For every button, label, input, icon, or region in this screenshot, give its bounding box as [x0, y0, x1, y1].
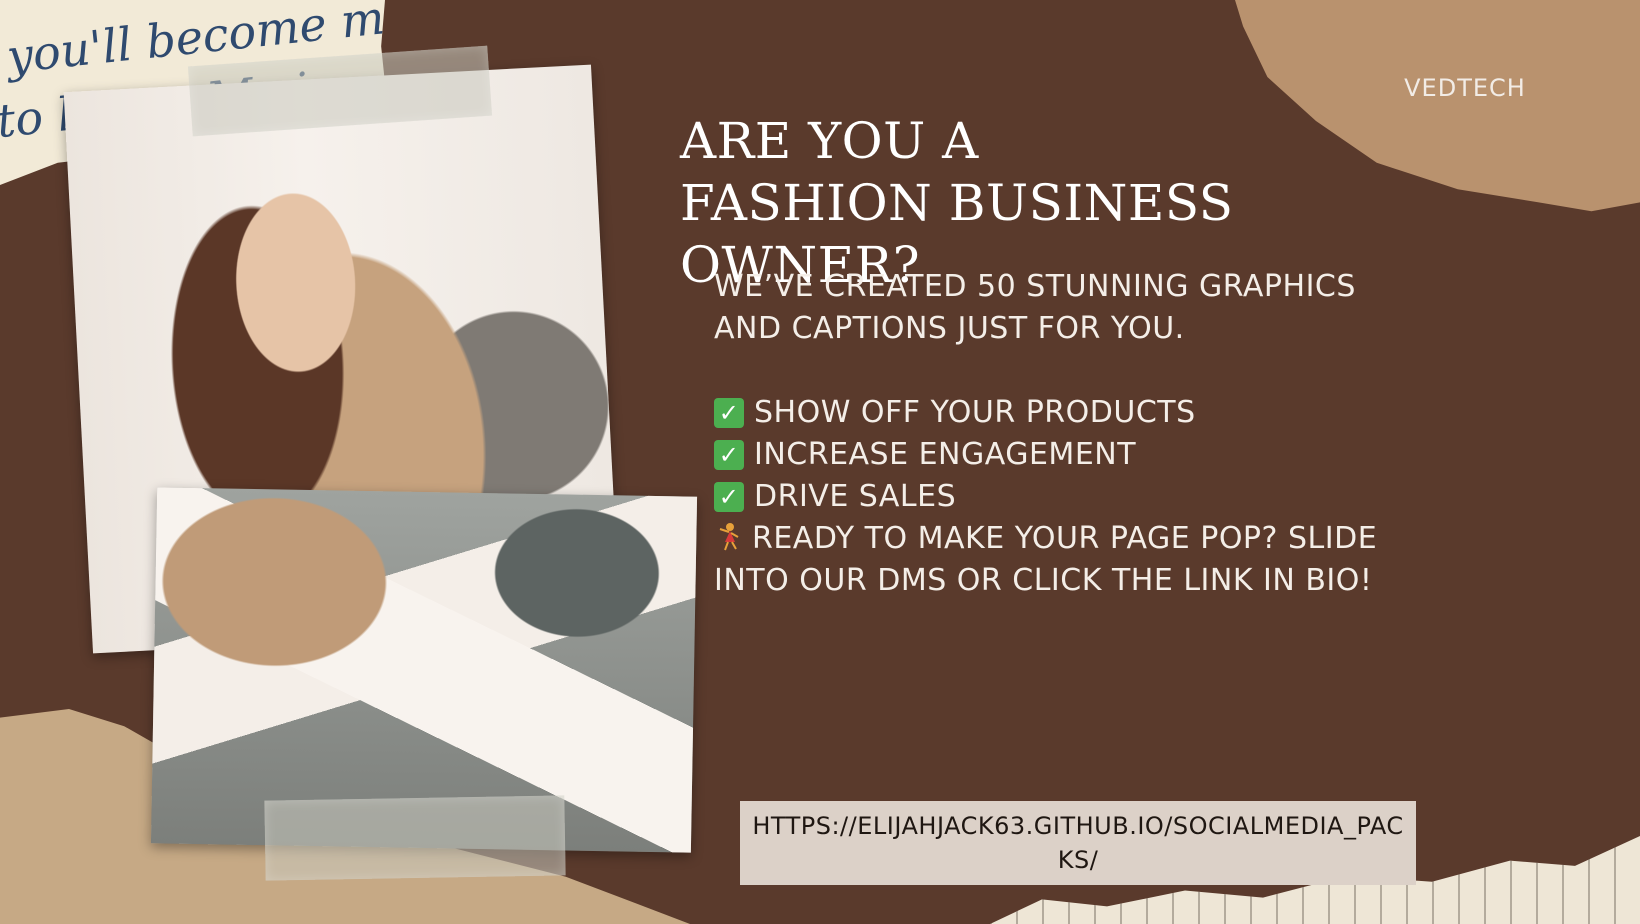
- tape-strip-bottom: [264, 795, 566, 881]
- benefit-label: INCREASE ENGAGEMENT: [754, 437, 1137, 472]
- benefit-item: ✓ INCREASE ENGAGEMENT: [714, 434, 1394, 476]
- benefit-list: ✓ SHOW OFF YOUR PRODUCTS ✓ INCREASE ENGA…: [714, 392, 1394, 518]
- intro-text: WE’VE CREATED 50 STUNNING GRAPHICS AND C…: [714, 269, 1356, 346]
- link-box[interactable]: HTTPS://ELIJAHJACK63.GITHUB.IO/SOCIALMED…: [740, 801, 1416, 885]
- benefit-label: DRIVE SALES: [754, 479, 957, 514]
- check-icon: ✓: [714, 482, 744, 512]
- benefit-item: ✓ DRIVE SALES: [714, 476, 1394, 518]
- cta-text: READY TO MAKE YOUR PAGE POP? SLIDE INTO …: [714, 521, 1378, 598]
- call-to-action: READY TO MAKE YOUR PAGE POP? SLIDE INTO …: [714, 518, 1394, 602]
- pack-link[interactable]: HTTPS://ELIJAHJACK63.GITHUB.IO/SOCIALMED…: [750, 809, 1406, 877]
- benefit-item: ✓ SHOW OFF YOUR PRODUCTS: [714, 392, 1394, 434]
- promo-canvas: you'll become m to learn. My i VEDTECH A…: [0, 0, 1640, 924]
- brand-name: VEDTECH: [1404, 74, 1526, 102]
- body-copy: WE’VE CREATED 50 STUNNING GRAPHICS AND C…: [714, 266, 1394, 602]
- check-icon: ✓: [714, 398, 744, 428]
- benefit-label: SHOW OFF YOUR PRODUCTS: [754, 395, 1196, 430]
- torn-kraft-paper-top-right: [1235, 0, 1640, 212]
- check-icon: ✓: [714, 440, 744, 470]
- dancer-icon: [719, 523, 739, 551]
